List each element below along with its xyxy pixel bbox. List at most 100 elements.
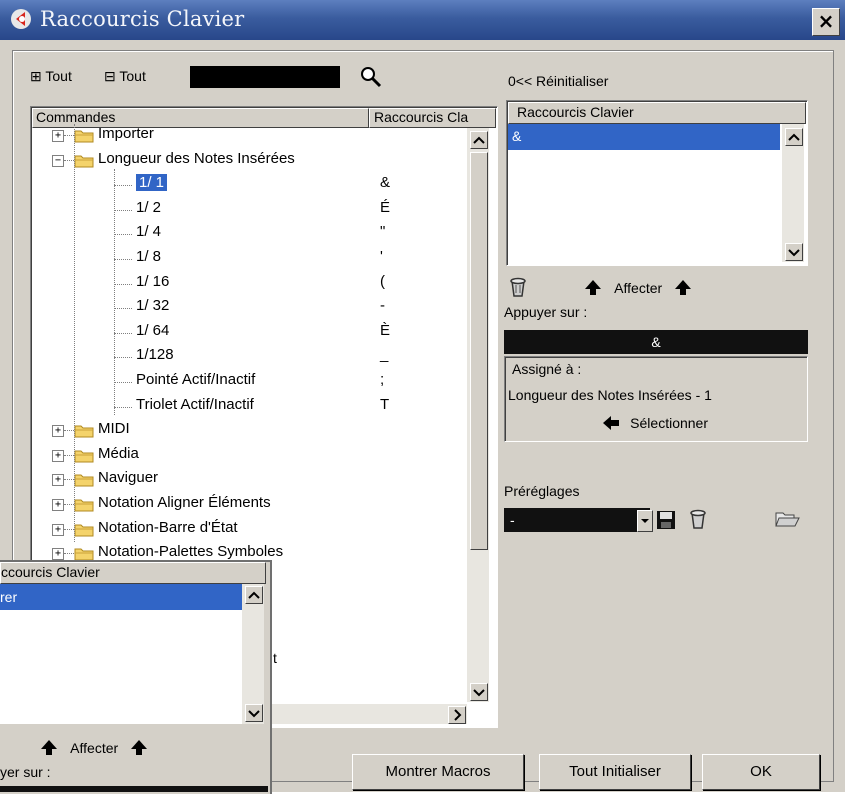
tree-item-label: 1/128 <box>136 346 174 363</box>
tree-item-row[interactable]: 1/ 1 & <box>34 173 466 197</box>
expand-node-icon[interactable]: + <box>52 524 64 536</box>
scroll-up-button[interactable] <box>470 131 488 149</box>
tree-item-row[interactable]: Pointé Actif/Inactif; <box>34 370 466 394</box>
tree-shortcut-value: È <box>380 322 391 339</box>
tree-connector <box>114 185 132 186</box>
scroll-down-button[interactable] <box>470 683 488 701</box>
close-button[interactable]: × <box>812 8 840 36</box>
tree-item-row[interactable]: 1/ 32 - <box>34 296 466 320</box>
tree-item-label: 1/ 1 <box>136 174 168 191</box>
collapse-node-icon[interactable]: − <box>52 155 64 167</box>
inset-press-label: yer sur : <box>0 764 51 780</box>
tree-connector <box>64 430 74 431</box>
shortcut-scroll-up[interactable] <box>785 128 803 146</box>
tree-item-row[interactable]: 1/ 4 " <box>34 222 466 246</box>
arrow-up-icon <box>41 740 57 755</box>
collapse-all-button[interactable]: ⊟ Tout <box>104 68 146 85</box>
tree-shortcut-value: ( <box>380 273 385 290</box>
inset-assign-button[interactable]: Affecter <box>40 738 148 757</box>
arrow-up-icon <box>131 740 148 755</box>
tree-folder-row[interactable]: + Importer <box>34 124 466 148</box>
tree-folder-row[interactable]: + Naviguer <box>34 468 466 492</box>
tree-folder-label: Longueur des Notes Insérées <box>98 150 295 167</box>
trash-icon[interactable] <box>508 276 528 298</box>
ok-button[interactable]: OK <box>702 754 820 790</box>
presets-dropdown-arrow[interactable] <box>637 510 653 532</box>
reset-button[interactable]: 0<< Réinitialiser <box>508 73 608 89</box>
hidden-row-fragment: t <box>273 650 277 666</box>
title-bar[interactable]: Raccourcis Clavier × <box>0 0 845 40</box>
shortcut-scroll-down[interactable] <box>785 243 803 261</box>
tree-folder-row[interactable]: + Notation Aligner Éléments <box>34 493 466 517</box>
tree-connector <box>114 259 132 260</box>
tree-folder-label: Média <box>98 445 139 462</box>
folder-icon <box>74 155 94 168</box>
inset-list-item[interactable]: rer <box>0 584 242 610</box>
save-icon[interactable] <box>656 510 676 530</box>
collapse-all-icon: ⊟ <box>104 68 116 84</box>
arrow-up-icon <box>585 280 601 295</box>
dialog-window: Raccourcis Clavier × ⊞ Tout ⊟ Tout 0<< R… <box>0 0 845 794</box>
inset-scroll-up[interactable] <box>245 586 263 604</box>
delete-preset-icon[interactable] <box>688 508 708 530</box>
inset-scroll-down[interactable] <box>245 704 263 722</box>
expand-node-icon[interactable]: + <box>52 474 64 486</box>
tree-shortcut-value: ; <box>380 371 385 388</box>
presets-label: Préréglages <box>504 483 580 499</box>
tree-item-label: Pointé Actif/Inactif <box>136 371 256 388</box>
assign-button[interactable]: Affecter <box>584 278 692 297</box>
tree-connector <box>114 357 132 358</box>
key-capture-field[interactable]: & <box>504 330 808 354</box>
folder-icon <box>74 450 94 463</box>
expand-node-icon[interactable]: + <box>52 548 64 560</box>
tree-shortcut-value: & <box>380 174 391 191</box>
tree-item-row[interactable]: 1/128 _ <box>34 345 466 369</box>
shortcut-list-header: Raccourcis Clavier <box>508 102 806 124</box>
expand-node-icon[interactable]: + <box>52 425 64 437</box>
select-command-button[interactable]: Sélectionner <box>602 415 708 432</box>
tree-item-row[interactable]: 1/ 2 É <box>34 198 466 222</box>
expand-all-button[interactable]: ⊞ Tout <box>30 68 72 85</box>
tree-folder-row[interactable]: + Notation-Barre d'État <box>34 518 466 542</box>
tree-connector <box>114 284 132 285</box>
show-macros-button[interactable]: Montrer Macros <box>352 754 524 790</box>
presets-dropdown[interactable]: - <box>504 508 650 532</box>
expand-node-icon[interactable]: + <box>52 450 64 462</box>
tree-item-row[interactable]: 1/ 8 ' <box>34 247 466 271</box>
chevron-up-icon <box>788 133 800 141</box>
folder-open-icon[interactable] <box>774 508 800 530</box>
chevron-up-icon <box>473 136 485 144</box>
chevron-up-icon <box>248 591 260 599</box>
initialize-all-button[interactable]: Tout Initialiser <box>539 754 691 790</box>
window-title: Raccourcis Clavier <box>40 7 245 31</box>
assigned-value: Longueur des Notes Insérées - 1 <box>508 387 712 403</box>
tree-item-label: 1/ 64 <box>136 322 170 339</box>
tree-item-row[interactable]: 1/ 64 È <box>34 321 466 345</box>
folder-icon <box>74 425 94 438</box>
tree-item-row[interactable]: 1/ 16 ( <box>34 272 466 296</box>
search-input[interactable] <box>190 66 340 88</box>
shortcut-list-item[interactable]: & <box>508 124 780 150</box>
arrow-left-icon <box>603 416 619 430</box>
tree-folder-label: Importer <box>98 125 154 142</box>
chevron-down-icon <box>473 689 485 697</box>
tree-folder-row[interactable]: + MIDI <box>34 419 466 443</box>
tree-folder-label: Naviguer <box>98 469 159 486</box>
chevron-down-icon <box>788 249 800 257</box>
tree-item-row[interactable]: Triolet Actif/Inactif T <box>34 395 466 419</box>
chevron-right-icon <box>454 709 462 721</box>
chevron-down-icon <box>248 710 260 718</box>
tree-folder-row[interactable]: − Longueur des Notes Insérées <box>34 149 466 173</box>
tree-connector <box>64 479 74 480</box>
chevron-down-icon <box>641 519 649 523</box>
expand-node-icon[interactable]: + <box>52 130 64 142</box>
scroll-right-button[interactable] <box>448 706 466 724</box>
folder-icon <box>74 548 94 561</box>
expand-node-icon[interactable]: + <box>52 499 64 511</box>
tree-shortcut-value: " <box>380 223 386 240</box>
tree-shortcut-value: T <box>380 396 390 413</box>
tree-connector <box>64 135 74 136</box>
search-icon[interactable] <box>358 64 384 90</box>
scroll-thumb[interactable] <box>470 152 488 550</box>
tree-folder-row[interactable]: + Média <box>34 444 466 468</box>
